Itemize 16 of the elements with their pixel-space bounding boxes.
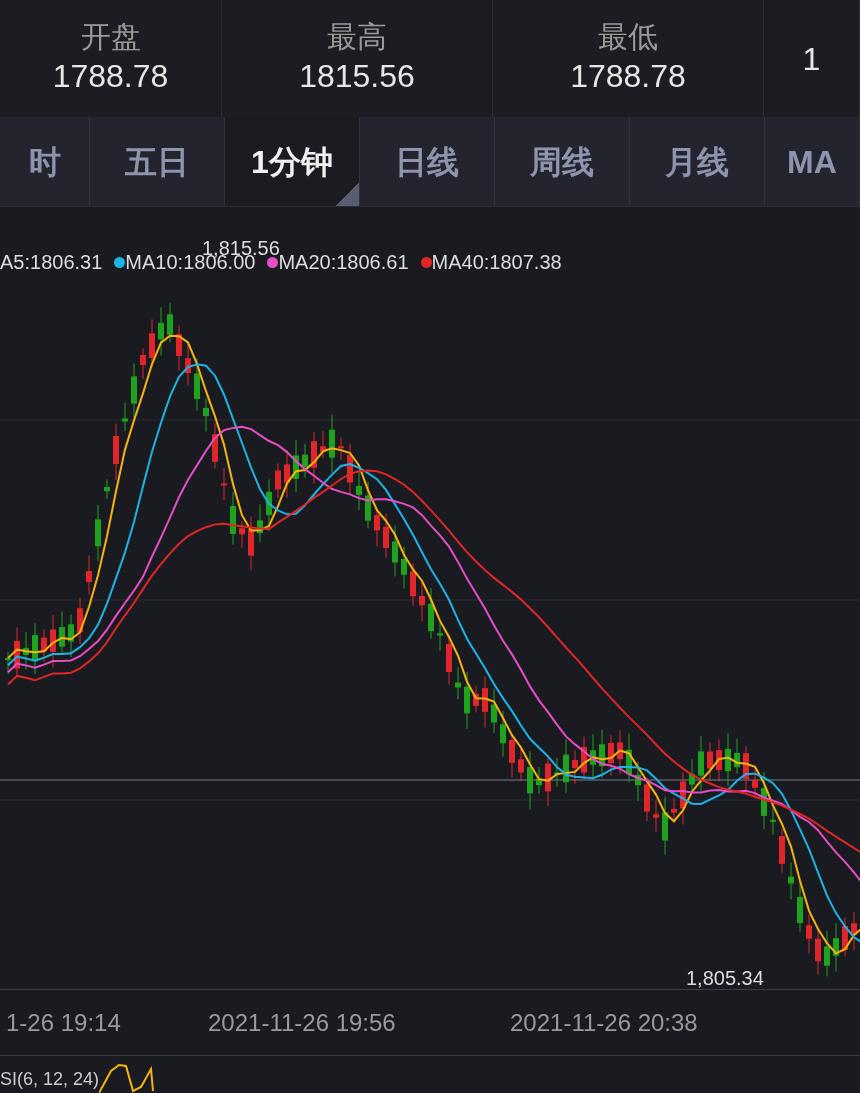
low-price-label: 1,805.34 bbox=[686, 966, 764, 991]
legend-label: A5:1806.31 bbox=[0, 250, 103, 275]
stat-value: 1815.56 bbox=[299, 56, 415, 96]
stat-value: 1788.78 bbox=[52, 56, 169, 96]
stat-label: 最高 bbox=[327, 21, 387, 52]
legend-label: MA20:1806.61 bbox=[278, 251, 409, 275]
legend-label: MA40:1807.38 bbox=[431, 250, 562, 275]
stat-value: 1788.78 bbox=[570, 56, 686, 96]
stat-label: 开盘 bbox=[80, 21, 141, 52]
time-axis-label: 1-26 19:14 bbox=[5, 1007, 122, 1038]
indicator-label: SI(6, 12, 24) bbox=[0, 1068, 100, 1091]
time-axis-label: 2021-11-26 20:38 bbox=[510, 1007, 699, 1038]
stat-label: 最低 bbox=[598, 21, 658, 52]
period-tab[interactable]: 1分钟 bbox=[225, 117, 360, 206]
stat-value: 1 bbox=[802, 39, 821, 79]
time-axis-label: 2021-11-26 19:56 bbox=[208, 1007, 397, 1038]
